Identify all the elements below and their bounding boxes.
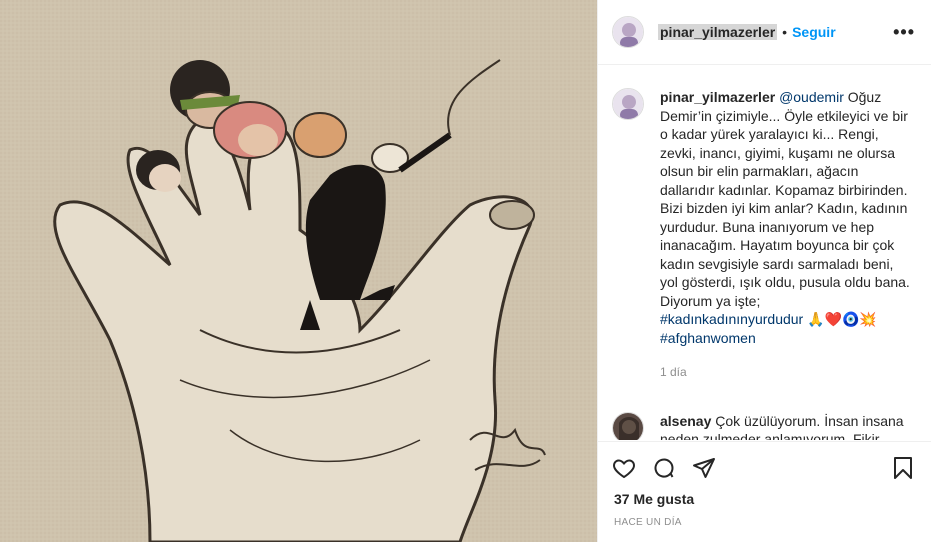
caption-emojis: 🙏❤️🧿💥 — [807, 311, 877, 327]
post-sidebar: pinar_yilmazerler • Seguir ••• pinar_yil… — [597, 0, 931, 542]
caption-mention-link[interactable]: @oudemir — [779, 89, 844, 105]
post-header: pinar_yilmazerler • Seguir ••• — [598, 0, 931, 65]
commenter-avatar[interactable] — [612, 411, 644, 440]
caption-avatar[interactable] — [612, 88, 644, 120]
hashtag-link-afghanwomen[interactable]: #afghanwomen — [660, 330, 756, 346]
author-avatar[interactable] — [612, 16, 644, 48]
caption-text: Oğuz Demir’in çizimiyle... Öyle etkileyi… — [660, 89, 910, 309]
more-options-button[interactable]: ••• — [893, 22, 915, 43]
commenter-username[interactable]: alsenay — [660, 413, 711, 429]
comment-text-block: alsenay Çok üzülüyorum. İnsan insana ned… — [660, 412, 910, 441]
comment-icon[interactable] — [652, 456, 676, 480]
likes-count[interactable]: 37 Me gusta — [614, 491, 694, 507]
illustration-hand — [0, 0, 597, 542]
post-timestamp: HACE UN DÍA — [614, 517, 682, 528]
share-icon[interactable] — [692, 456, 716, 480]
comment-item: alsenay Çok üzülüyorum. İnsan insana ned… — [612, 411, 915, 441]
hashtag-link-kadinkadininyurdudur[interactable]: #kadınkadınınyurdudur — [660, 311, 803, 327]
caption-text-block: pinar_yilmazerler @oudemir Oğuz Demir’in… — [660, 88, 910, 382]
heart-icon[interactable] — [612, 456, 636, 480]
post-viewer: pinar_yilmazerler • Seguir ••• pinar_yil… — [0, 0, 931, 542]
caption-time[interactable]: 1 día — [660, 363, 910, 382]
bookmark-icon[interactable] — [891, 456, 915, 480]
caption-username[interactable]: pinar_yilmazerler — [660, 89, 775, 105]
comments-list[interactable]: pinar_yilmazerler @oudemir Oğuz Demir’in… — [598, 66, 931, 440]
author-username[interactable]: pinar_yilmazerler — [658, 24, 778, 40]
caption-item: pinar_yilmazerler @oudemir Oğuz Demir’in… — [612, 88, 915, 382]
separator-dot: • — [782, 24, 788, 40]
follow-button[interactable]: Seguir — [792, 24, 836, 40]
post-image[interactable] — [0, 0, 597, 542]
